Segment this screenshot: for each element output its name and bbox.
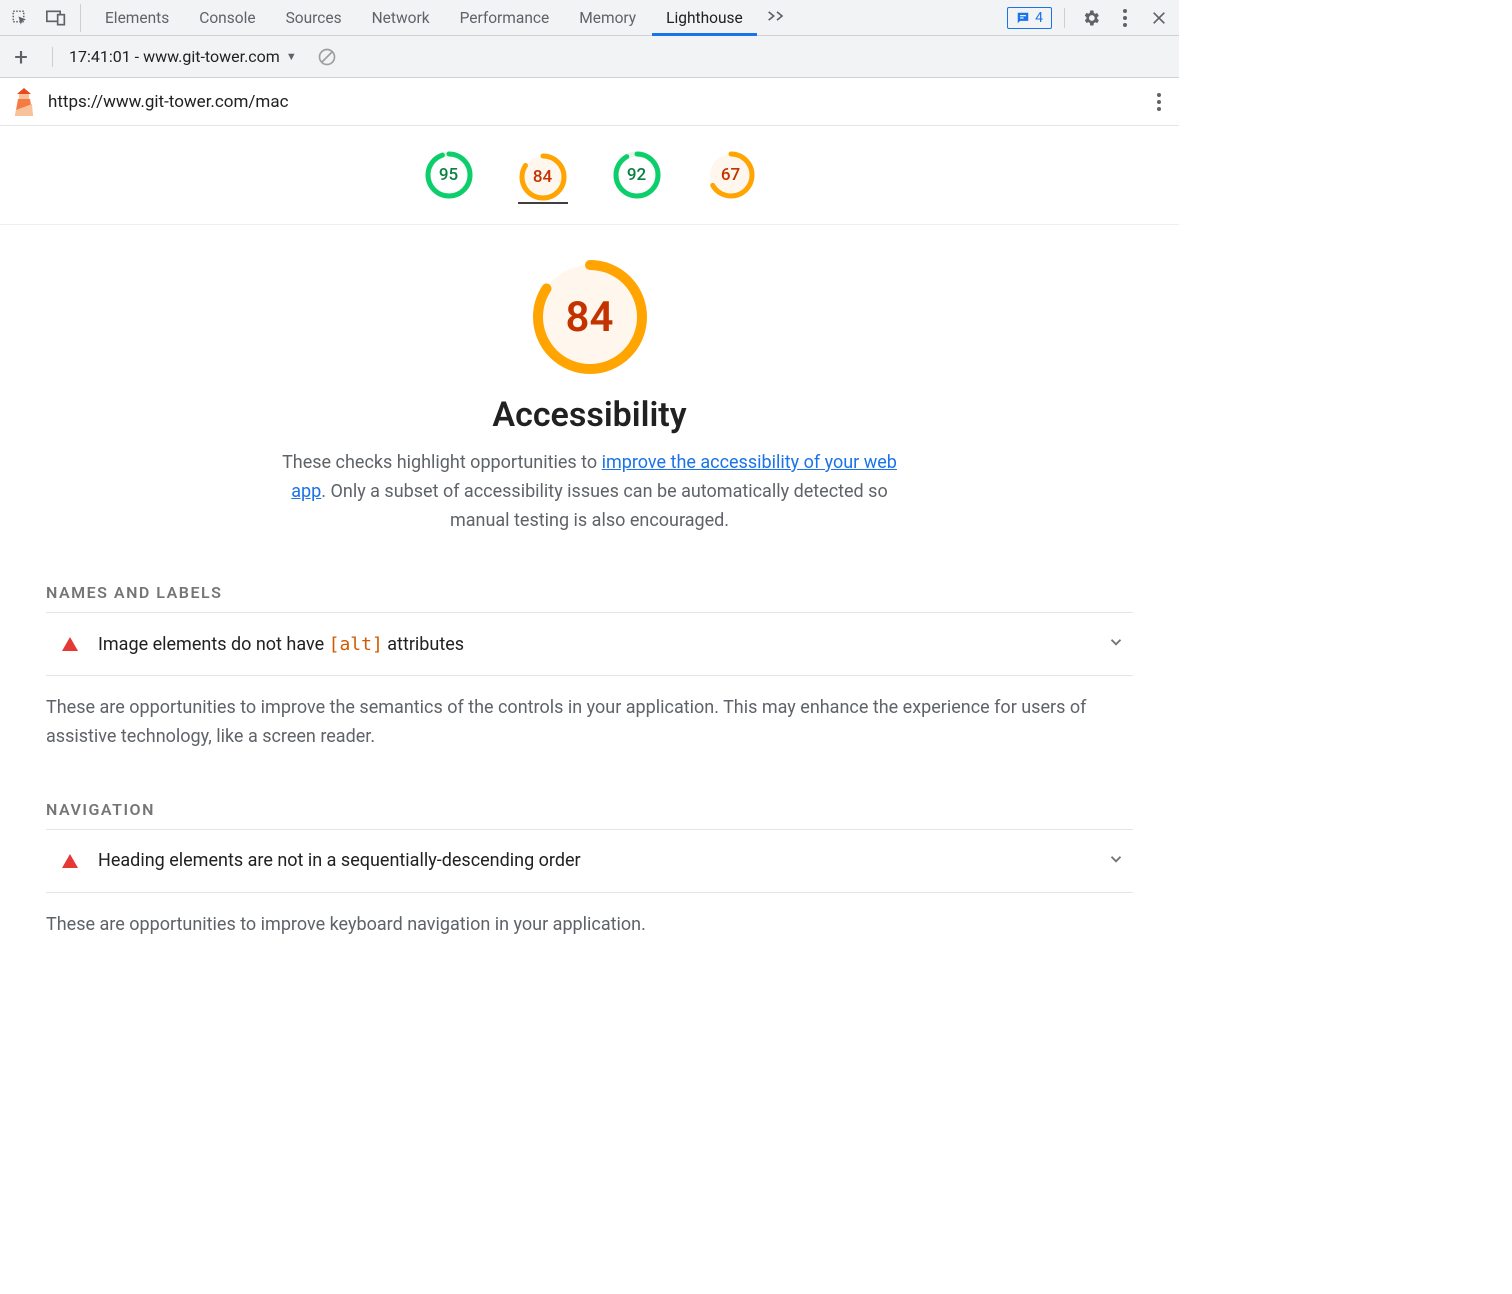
desc-pre: These checks highlight opportunities to [282,452,602,473]
separator [1064,8,1065,28]
category-title: Accessibility [492,395,686,435]
separator [52,47,53,67]
chevron-down-icon: ▼ [286,50,297,63]
issues-badge[interactable]: 4 [1007,7,1052,29]
run-selector[interactable]: 17:41:01 - www.git-tower.com ▼ [69,47,297,66]
more-tabs-icon[interactable] [759,7,795,28]
audit-text-post: attributes [383,634,464,655]
new-report-button[interactable]: + [6,42,36,72]
score-value: 95 [424,150,474,200]
score-pill-best-practices[interactable]: 92 [612,150,662,204]
score-pill-performance[interactable]: 95 [424,150,474,204]
tool-icon-group [6,4,81,32]
toolbar-right: 4 [1007,3,1173,33]
desc-post: . Only a subset of accessibility issues … [321,481,887,531]
score-summary: 95 84 92 67 [0,126,1179,225]
report-url[interactable]: https://www.git-tower.com/mac [48,92,288,112]
score-pill-seo[interactable]: 67 [706,150,756,204]
tab-sources[interactable]: Sources [272,0,356,36]
tab-memory[interactable]: Memory [565,0,650,36]
tab-network[interactable]: Network [358,0,444,36]
fail-triangle-icon [62,637,78,651]
audit-row-alt[interactable]: Image elements do not have [alt] attribu… [46,612,1133,676]
inspect-icon[interactable] [6,4,34,32]
tab-elements[interactable]: Elements [91,0,183,36]
devtools-tab-strip: Elements Console Sources Network Perform… [0,0,1179,36]
section-desc-names: These are opportunities to improve the s… [46,694,1133,752]
audit-row-heading-order[interactable]: Heading elements are not in a sequential… [46,829,1133,893]
chevron-down-icon [1107,633,1125,655]
score-value: 92 [612,150,662,200]
score-value: 84 [518,152,568,202]
score-value: 67 [706,150,756,200]
tab-performance[interactable]: Performance [446,0,564,36]
device-toggle-icon[interactable] [42,4,70,32]
section-heading-names: NAMES AND LABELS [46,583,1133,602]
report-url-row: https://www.git-tower.com/mac [0,78,1179,126]
clear-icon[interactable] [313,43,341,71]
lighthouse-run-bar: + 17:41:01 - www.git-tower.com ▼ [0,36,1179,78]
lighthouse-app-icon [12,88,36,116]
category-score: 84 [530,257,650,377]
report-menu-icon[interactable] [1151,87,1167,117]
audit-text-pre: Image elements do not have [98,634,329,655]
close-icon[interactable] [1145,4,1173,32]
audit-title: Heading elements are not in a sequential… [98,850,581,871]
report-body: 84 Accessibility These checks highlight … [0,225,1179,980]
tab-lighthouse[interactable]: Lighthouse [652,0,757,36]
kebab-menu-icon[interactable] [1117,3,1133,33]
run-label: 17:41:01 - www.git-tower.com [69,47,280,66]
chevron-down-icon [1107,850,1125,872]
category-description: These checks highlight opportunities to … [270,449,910,535]
audit-title: Image elements do not have [alt] attribu… [98,634,464,655]
audit-text-code: [alt] [329,634,383,655]
issues-count: 4 [1035,10,1043,26]
section-desc-nav: These are opportunities to improve keybo… [46,911,1133,940]
fail-triangle-icon [62,854,78,868]
score-pill-accessibility[interactable]: 84 [518,150,568,204]
section-heading-nav: NAVIGATION [46,800,1133,819]
category-gauge: 84 Accessibility These checks highlight … [46,257,1133,535]
settings-gear-icon[interactable] [1077,4,1105,32]
tab-console[interactable]: Console [185,0,269,36]
